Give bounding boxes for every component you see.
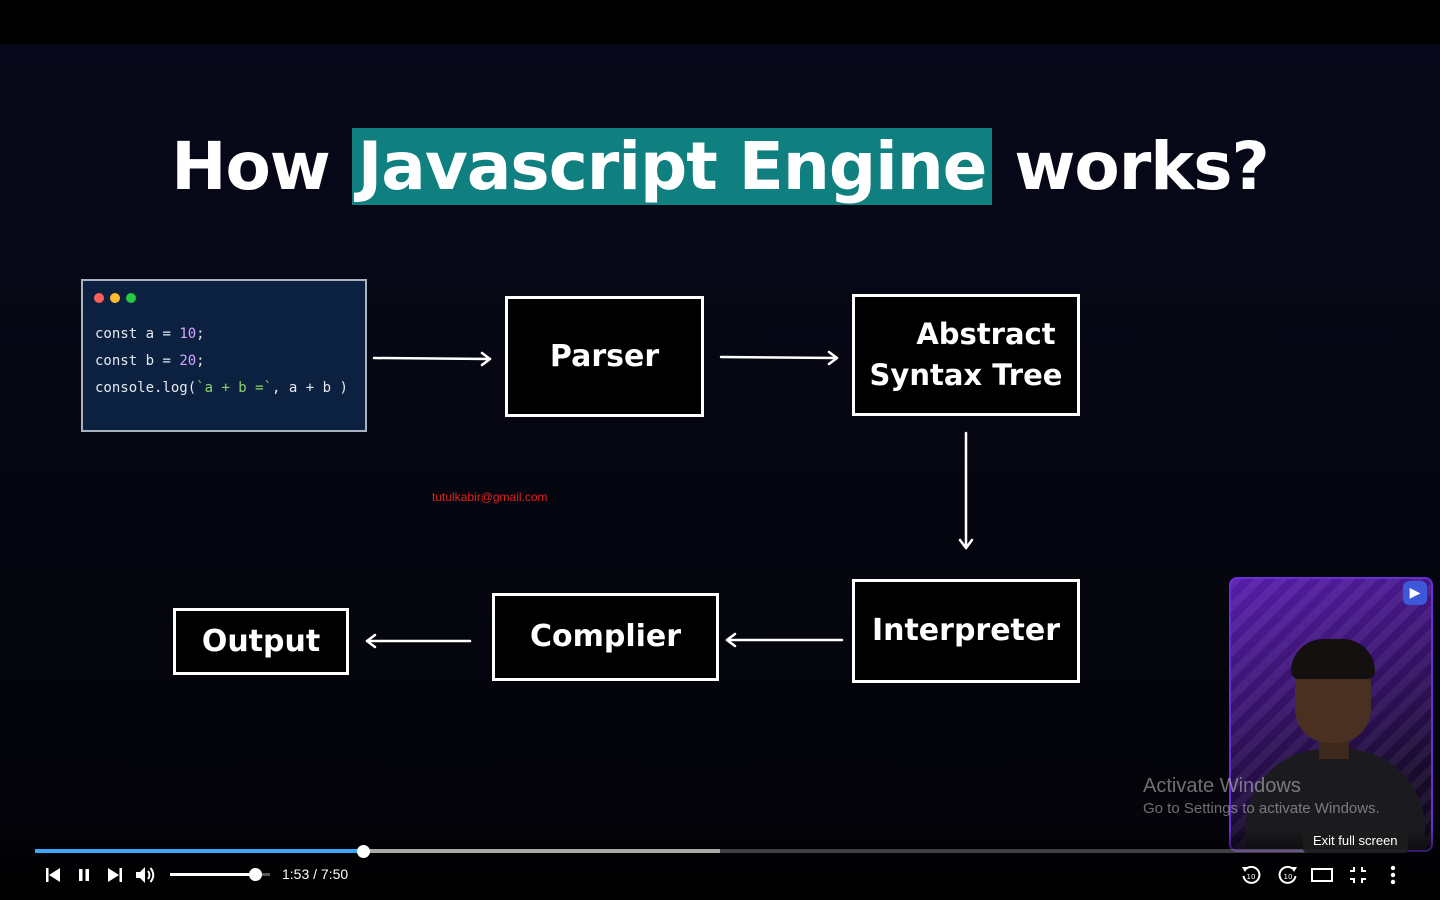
progress-scrubber[interactable] [357,844,371,858]
progress-played [35,849,364,853]
code-line: console.log(`a + b =`, a + b ) [95,380,348,396]
yellow-dot-icon [110,293,120,303]
volume-slider[interactable] [170,868,270,881]
next-icon [108,868,122,882]
time-display: 1:53 / 7:50 [282,866,349,882]
video-player[interactable]: How Javascript Engine works? const a = 1… [0,0,1440,900]
title-highlight: Javascript Engine [351,128,993,205]
volume-icon [136,867,155,883]
forward-10-icon: 10 [1278,865,1297,884]
compiler-box: Complier [492,593,719,681]
green-dot-icon [126,293,136,303]
exit-fullscreen-tooltip: Exit full screen [1303,828,1408,853]
title-suffix: works? [992,128,1269,205]
exit-fullscreen-button[interactable] [1346,862,1370,888]
volume-level [170,873,255,876]
previous-icon [46,868,60,882]
code-card: const a = 10; const b = 20; console.log(… [81,279,367,432]
interpreter-box: Interpreter [852,579,1080,683]
red-dot-icon [94,293,104,303]
next-button[interactable] [104,862,126,888]
email-watermark: tutulkabir@gmail.com [432,490,548,504]
activate-title: Activate Windows [1143,775,1301,797]
player-controls [0,828,1440,900]
exit-fullscreen-icon [1350,867,1366,883]
progress-bar[interactable] [35,844,1405,858]
ast-line-2: Syntax Tree [869,358,1063,392]
ast-line-1: Abstract [916,317,1056,352]
volume-knob[interactable] [248,868,262,881]
code-line: const a = 10; [95,326,205,342]
slide-title: How Javascript Engine works? [0,128,1440,205]
more-icon [1390,865,1396,885]
output-box: Output [173,608,349,675]
previous-button[interactable] [42,862,64,888]
more-options-button[interactable] [1384,862,1402,888]
activate-subtitle: Go to Settings to activate Windows. [1143,800,1380,817]
mute-button[interactable] [134,862,158,888]
theater-mode-icon [1311,868,1333,882]
rewind-10-icon: 10 [1242,865,1261,884]
play-badge-icon[interactable]: ▶ [1403,581,1427,605]
title-prefix: How [171,128,352,205]
theater-mode-button[interactable] [1310,862,1334,888]
forward-button[interactable]: 10 [1276,862,1300,888]
code-line: const b = 20; [95,353,205,369]
pause-button[interactable] [73,862,95,888]
pause-icon [79,869,89,881]
rewind-button[interactable]: 10 [1239,862,1263,888]
ast-box: Abstract Syntax Tree [852,294,1080,416]
svg-text:10: 10 [1247,873,1256,881]
activate-windows-watermark: Activate Windows Go to Settings to activ… [1143,775,1380,817]
parser-box: Parser [505,296,704,417]
svg-text:10: 10 [1284,873,1293,881]
